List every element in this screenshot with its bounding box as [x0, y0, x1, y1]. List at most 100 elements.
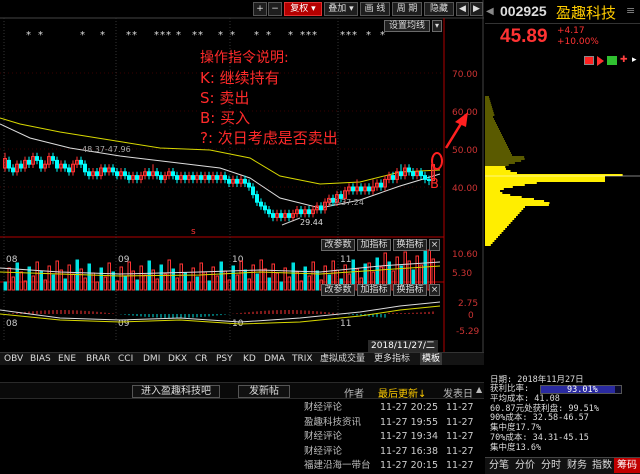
signal-star: *	[306, 30, 311, 41]
candle-body	[407, 167, 411, 173]
signal-star: *	[254, 30, 259, 41]
col-last-updated[interactable]: 最后更新↓	[378, 385, 426, 400]
tab-index[interactable]: 指数	[590, 458, 614, 473]
month-label: 09	[118, 319, 130, 329]
ma-dropdown-icon[interactable]: ▾	[432, 20, 442, 32]
signal-star: *	[352, 30, 357, 41]
tab-kd[interactable]: KD	[241, 353, 258, 365]
chip-bar	[485, 124, 497, 126]
chip-bar	[485, 102, 491, 104]
news-author[interactable]: 财经评论	[304, 401, 342, 414]
tab-ene[interactable]: ENE	[56, 353, 78, 365]
set-ma-button[interactable]: 设置均线	[384, 20, 430, 32]
col-posted[interactable]: 发表日	[443, 385, 473, 400]
tab-finance[interactable]: 财务	[564, 458, 590, 473]
tab-dmi[interactable]: DMI	[141, 353, 162, 365]
chip-bar	[485, 106, 492, 108]
chip-bar	[485, 114, 495, 116]
tab-trix[interactable]: TRIX	[290, 353, 315, 365]
period-button[interactable]: 周 期	[392, 2, 422, 16]
volume-bar	[219, 261, 223, 291]
draw-line-button[interactable]: 画 线	[360, 2, 390, 16]
news-row[interactable]: 财经评论 11-27 20:25 11-27	[0, 401, 484, 414]
tab-bias[interactable]: BIAS	[28, 353, 53, 365]
macd-change-param-button[interactable]: 改参数	[321, 284, 355, 296]
tab-cr[interactable]: CR	[193, 353, 210, 365]
chip-bar	[485, 242, 493, 244]
candle-body	[319, 205, 323, 211]
tab-intraday[interactable]: 分时	[538, 458, 564, 473]
tab-price-dist[interactable]: 分价	[512, 458, 538, 473]
volume-bar	[295, 271, 299, 291]
prev-stock-button[interactable]: ◀	[456, 2, 469, 16]
news-author[interactable]: 盈趣科技资讯	[304, 416, 361, 429]
green-flag-icon[interactable]	[607, 56, 617, 65]
tab-dma[interactable]: DMA	[262, 353, 287, 365]
signal-star: *	[126, 30, 131, 41]
fuquan-button[interactable]: 复权 ▾	[284, 2, 322, 16]
signal-star: *	[160, 30, 165, 41]
signal-star: *	[288, 30, 293, 41]
zoom-in-button[interactable]: +	[253, 2, 267, 16]
more-icon[interactable]: ▸	[632, 55, 637, 65]
vol-swap-indicator-button[interactable]: 换指标	[393, 239, 427, 251]
volume-bar	[239, 260, 243, 291]
news-row[interactable]: 盈趣科技资讯 11-27 19:55 11-27	[0, 416, 484, 429]
tab-more-indicators[interactable]: 更多指标	[372, 353, 412, 365]
tab-ticks[interactable]: 分笔	[486, 458, 512, 473]
macd-add-indicator-button[interactable]: 加指标	[357, 284, 391, 296]
new-post-button[interactable]: 发新帖	[238, 385, 290, 398]
tab-brar[interactable]: BRAR	[84, 353, 112, 365]
tab-dkx[interactable]: DKX	[166, 353, 189, 365]
candle-body	[19, 163, 23, 169]
chip-bar	[485, 134, 502, 136]
tab-template[interactable]: 模板	[420, 353, 443, 365]
macd-swap-indicator-button[interactable]: 换指标	[393, 284, 427, 296]
enter-forum-button[interactable]: 进入盈趣科技吧	[132, 385, 220, 398]
tab-obv[interactable]: OBV	[2, 353, 25, 365]
vol-close-icon[interactable]: ×	[429, 239, 440, 251]
menu-icon[interactable]: ≡	[626, 4, 635, 17]
tab-psy[interactable]: PSY	[214, 353, 235, 365]
news-row[interactable]: 财经评论 11-27 19:34 11-27	[0, 430, 484, 443]
signal-star: *	[26, 30, 31, 41]
next-stock-button[interactable]: ▶	[470, 2, 483, 16]
chip-bar	[485, 186, 513, 188]
overlay-button[interactable]: 叠加 ▾	[324, 2, 358, 16]
tab-virtual-volume[interactable]: 虚拟成交量	[318, 353, 367, 365]
news-row[interactable]: 财经评论 11-27 16:38 11-27	[0, 445, 484, 458]
tab-cci[interactable]: CCI	[116, 353, 135, 365]
news-author[interactable]: 福建沿海一带台	[304, 459, 371, 472]
ma-value-label: 22-37.24	[328, 198, 364, 207]
tab-chips[interactable]: 筹码	[614, 458, 640, 473]
volume-bar	[59, 269, 63, 291]
flag-icon[interactable]	[597, 56, 604, 66]
vol-change-param-button[interactable]: 改参数	[321, 239, 355, 251]
col-author[interactable]: 作者	[344, 385, 364, 400]
candle-body	[359, 186, 363, 192]
vol-add-indicator-button[interactable]: 加指标	[357, 239, 391, 251]
scroll-up-icon[interactable]: ▲	[476, 385, 482, 394]
volume-bar	[215, 275, 219, 291]
news-author[interactable]: 财经评论	[304, 430, 342, 443]
volume-bar	[311, 261, 315, 291]
chip-bar	[485, 230, 504, 232]
month-label: 10	[232, 255, 244, 265]
signal-star: *	[230, 30, 235, 41]
collapse-icon[interactable]: ◀	[486, 6, 494, 17]
chart-toggle-icon[interactable]: ✚	[620, 55, 628, 65]
candle-body	[223, 175, 227, 180]
chip-bar	[485, 188, 504, 190]
chip-bar	[485, 98, 490, 100]
hide-button[interactable]: 隐藏	[424, 2, 454, 16]
chip-bar	[485, 152, 511, 154]
note-line-q: ?: 次日考虑是否卖出	[200, 129, 338, 147]
macd-close-icon[interactable]: ×	[429, 284, 440, 296]
profit-ratio-bar: 93.01%	[540, 385, 622, 395]
chip-bar	[485, 218, 515, 220]
news-author[interactable]: 财经评论	[304, 445, 342, 458]
concentration-90: 集中度17.7%	[490, 423, 542, 433]
zoom-out-button[interactable]: −	[268, 2, 282, 16]
red-flag-icon[interactable]	[584, 56, 594, 65]
news-row[interactable]: 福建沿海一带台 11-27 20:15 11-27	[0, 459, 484, 472]
